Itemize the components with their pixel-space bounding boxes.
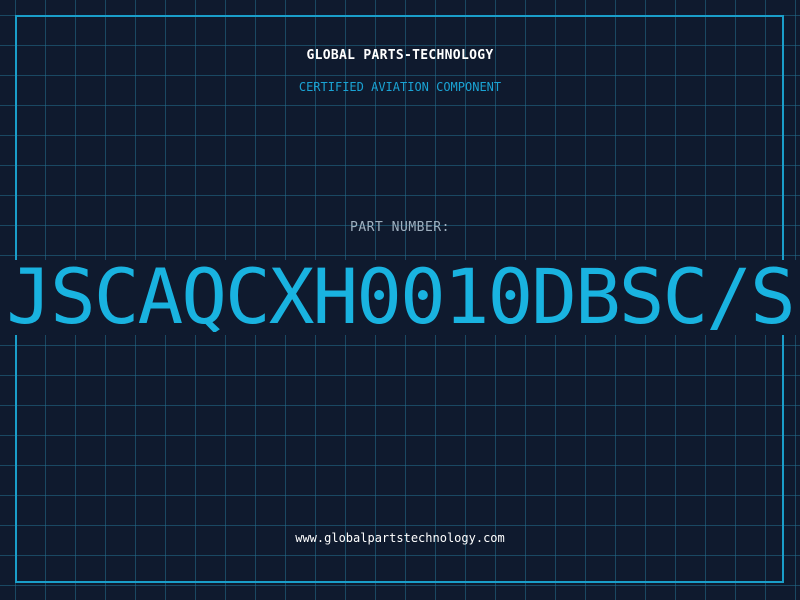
certification-subtitle: CERTIFIED AVIATION COMPONENT (298, 80, 502, 94)
website-url: www.globalpartstechnology.com (295, 531, 505, 545)
part-number-value: JSCAQCXH0010DBSC/S (6, 262, 796, 332)
company-name: GLOBAL PARTS-TECHNOLOGY (306, 48, 494, 63)
part-label-card: GLOBAL PARTS-TECHNOLOGY CERTIFIED AVIATI… (0, 0, 800, 600)
part-number-label: PART NUMBER: (350, 220, 450, 235)
